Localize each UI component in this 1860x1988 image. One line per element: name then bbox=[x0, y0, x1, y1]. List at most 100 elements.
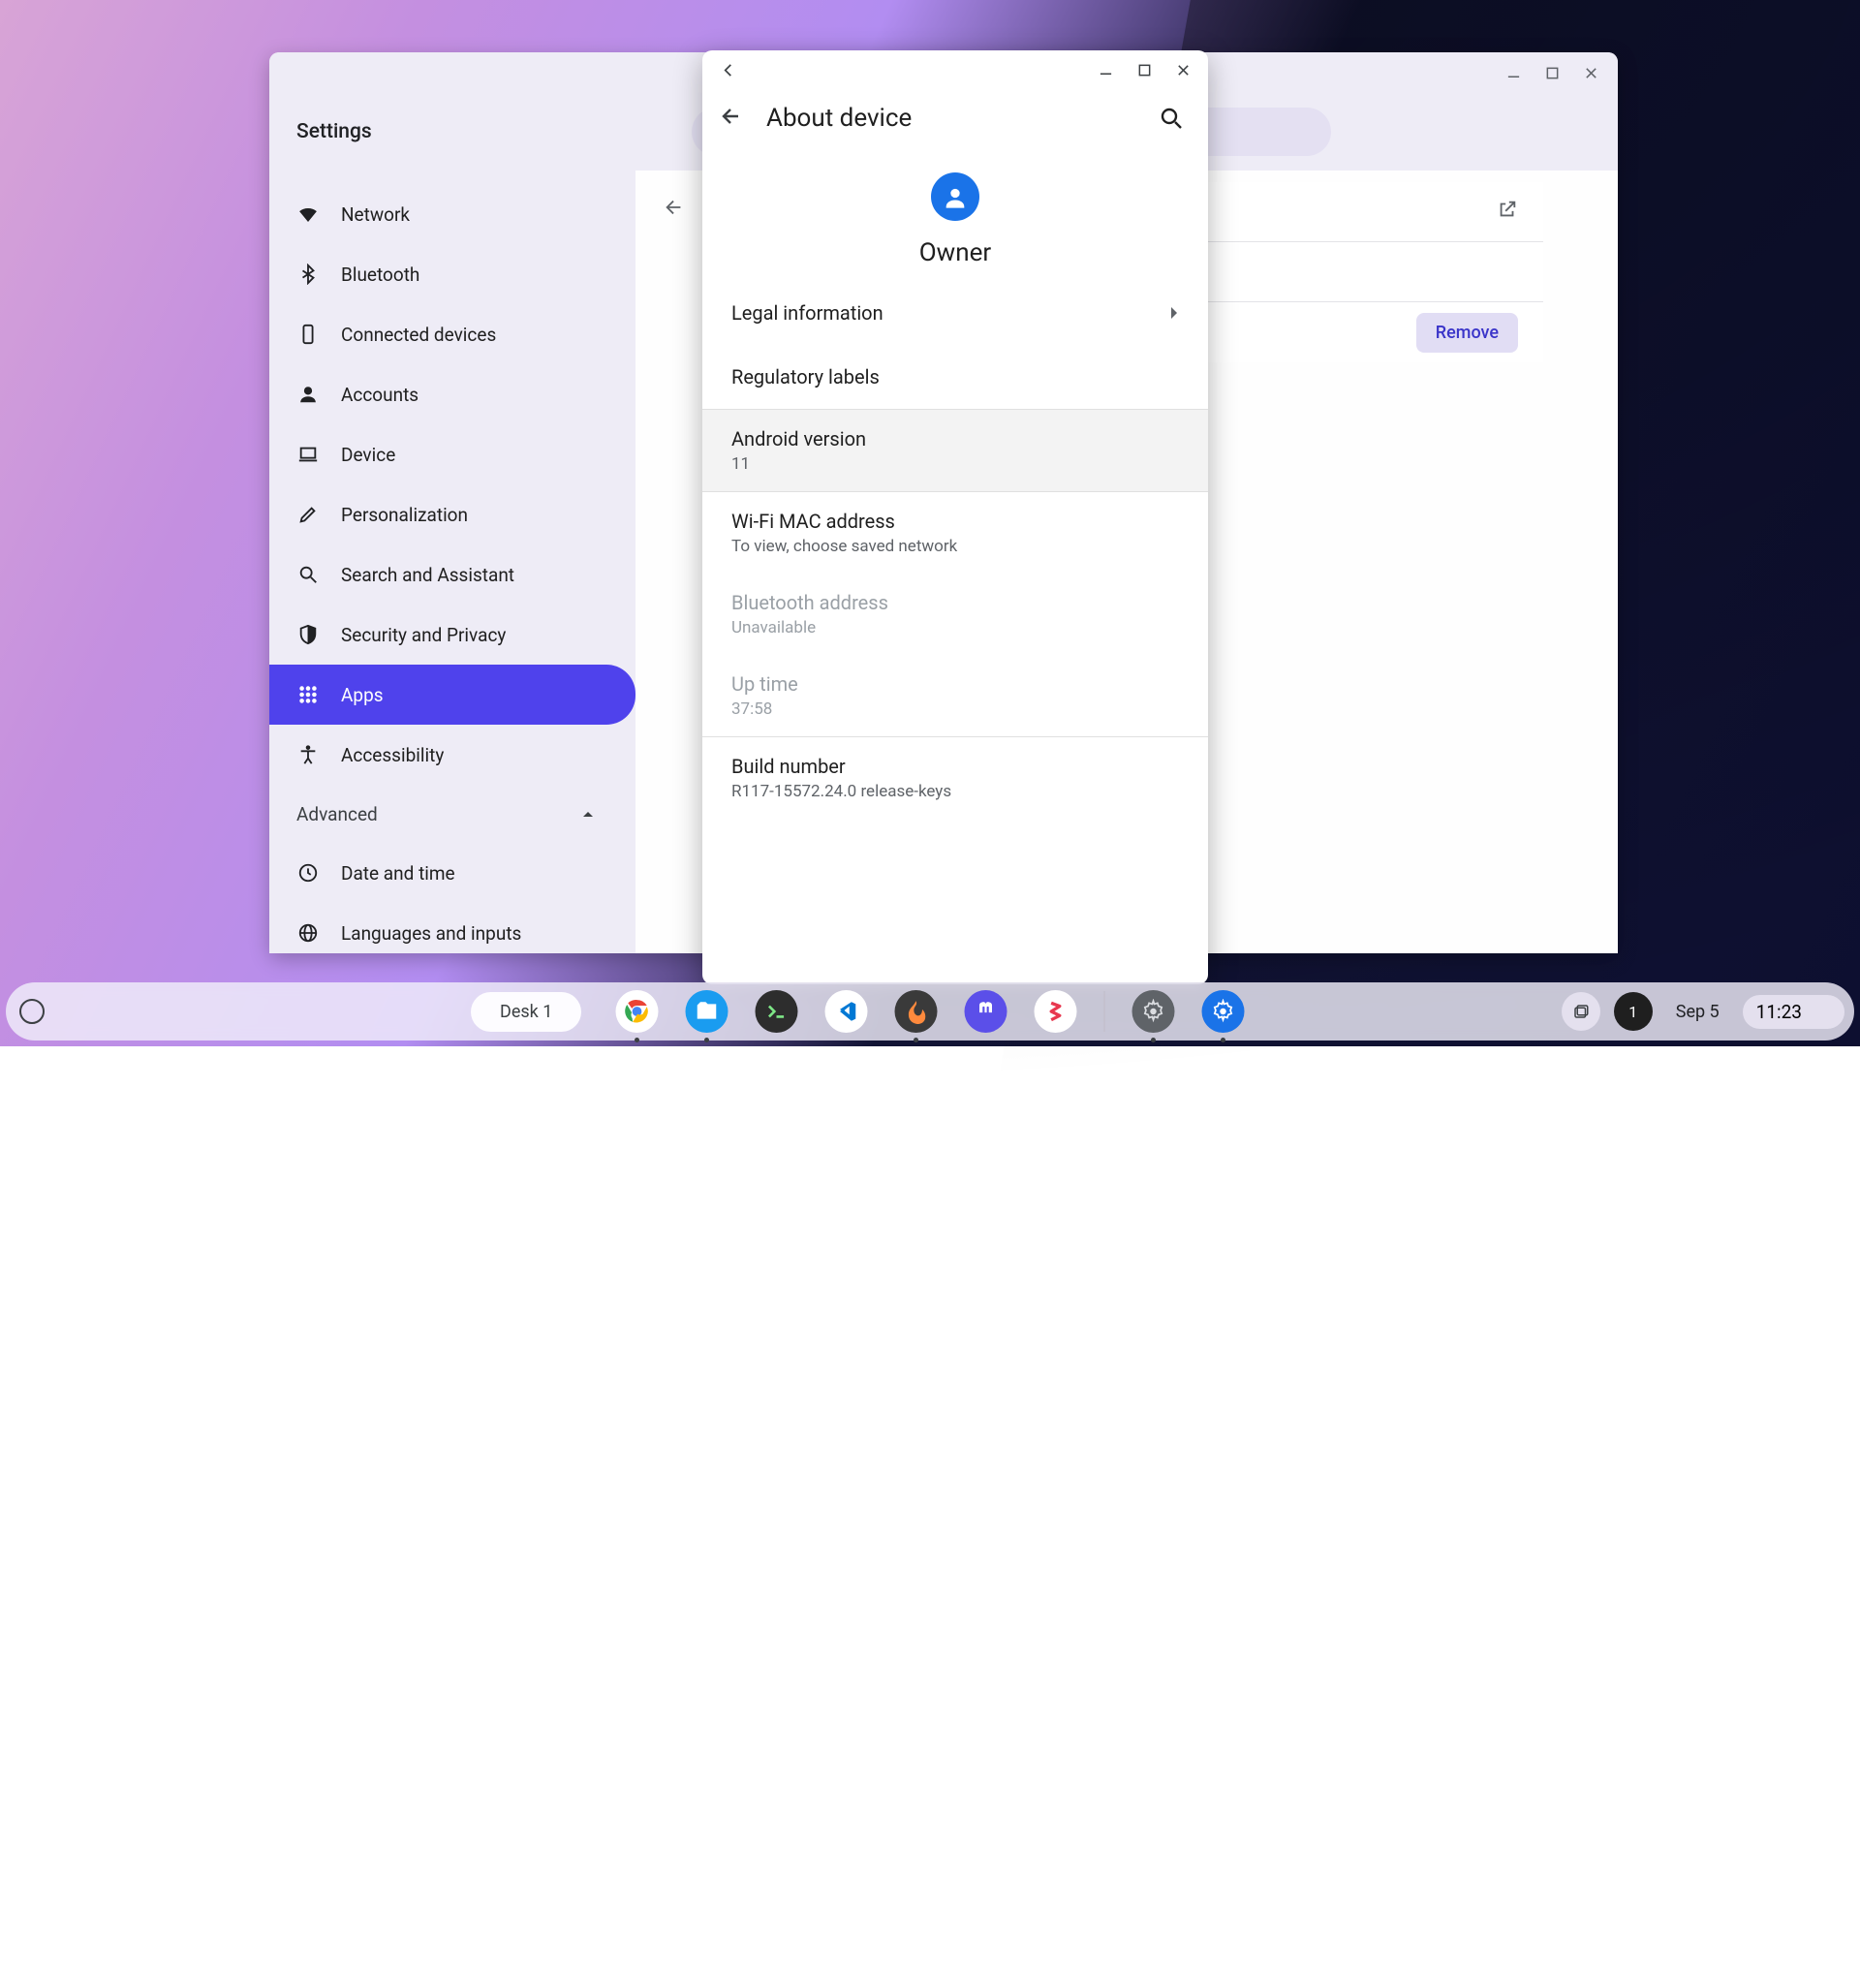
item-value: 11 bbox=[731, 454, 750, 474]
advanced-label: Advanced bbox=[296, 803, 378, 825]
sidebar-item-label: Apps bbox=[341, 684, 384, 706]
accessibility-icon bbox=[296, 743, 320, 766]
about-header: About device bbox=[702, 89, 1208, 147]
about-maximize-button[interactable] bbox=[1125, 52, 1163, 87]
notification-count: 1 bbox=[1628, 1003, 1637, 1021]
sidebar-item-personalization[interactable]: Personalization bbox=[269, 484, 636, 544]
item-label: Android version bbox=[731, 427, 866, 450]
sidebar-item-label: Network bbox=[341, 203, 410, 226]
about-close-button[interactable] bbox=[1163, 52, 1202, 87]
about-titlebar bbox=[702, 50, 1208, 89]
sidebar-item-label: Personalization bbox=[341, 504, 468, 526]
settings-title: Settings bbox=[296, 120, 372, 143]
item-label: Up time bbox=[731, 672, 798, 696]
item-value: R117-15572.24.0 release-keys bbox=[731, 782, 951, 801]
owner-name: Owner bbox=[702, 238, 1208, 267]
item-label: Legal information bbox=[731, 301, 884, 325]
app-developer-settings[interactable] bbox=[1132, 990, 1175, 1033]
app-settings[interactable] bbox=[1202, 990, 1245, 1033]
remove-button[interactable]: Remove bbox=[1416, 313, 1518, 353]
sidebar-item-label: Device bbox=[341, 444, 395, 466]
clock-icon bbox=[296, 861, 320, 885]
about-device-window: About device Owner Legal information Reg… bbox=[702, 50, 1208, 984]
tray-status-area[interactable]: 11:23 bbox=[1743, 995, 1844, 1029]
time-label: 11:23 bbox=[1756, 1001, 1802, 1023]
app-vscode[interactable] bbox=[825, 990, 868, 1033]
window-minimize-button[interactable] bbox=[1494, 54, 1533, 91]
launcher-button[interactable] bbox=[19, 999, 45, 1024]
wifi-icon bbox=[296, 202, 320, 226]
laptop-icon bbox=[296, 443, 320, 466]
about-back-button[interactable] bbox=[720, 105, 743, 132]
item-bluetooth-address: Bluetooth address Unavailable bbox=[702, 574, 1208, 655]
about-list: Legal information Regulatory labels Andr… bbox=[702, 281, 1208, 819]
settings-sidebar: Network Bluetooth Connected devices Acco… bbox=[269, 171, 636, 953]
shelf: Desk 1 bbox=[6, 982, 1854, 1041]
sidebar-item-search-assistant[interactable]: Search and Assistant bbox=[269, 544, 636, 605]
sidebar-item-bluetooth[interactable]: Bluetooth bbox=[269, 244, 636, 304]
window-maximize-button[interactable] bbox=[1533, 54, 1571, 91]
sidebar-item-security-privacy[interactable]: Security and Privacy bbox=[269, 605, 636, 665]
item-android-version[interactable]: Android version 11 bbox=[702, 409, 1208, 492]
window-close-button[interactable] bbox=[1571, 54, 1610, 91]
item-label: Bluetooth address bbox=[731, 591, 888, 614]
app-chrome[interactable] bbox=[616, 990, 659, 1033]
tray-tote-button[interactable] bbox=[1562, 992, 1600, 1031]
sidebar-item-label: Languages and inputs bbox=[341, 922, 521, 945]
open-external-icon bbox=[1497, 199, 1518, 225]
sidebar-item-network[interactable]: Network bbox=[269, 184, 636, 244]
app-mastodon[interactable] bbox=[965, 990, 1008, 1033]
sidebar-advanced-toggle[interactable]: Advanced bbox=[269, 785, 636, 843]
desk-label: Desk 1 bbox=[500, 1002, 552, 1022]
item-value: To view, choose saved network bbox=[731, 537, 957, 556]
content-back-button[interactable] bbox=[655, 188, 694, 227]
sidebar-item-date-time[interactable]: Date and time bbox=[269, 843, 636, 903]
app-terminal[interactable] bbox=[756, 990, 798, 1033]
item-label: Wi-Fi MAC address bbox=[731, 510, 895, 533]
about-title: About device bbox=[766, 104, 912, 133]
sidebar-item-label: Bluetooth bbox=[341, 264, 419, 286]
shield-icon bbox=[296, 623, 320, 646]
apps-grid-icon bbox=[296, 683, 320, 706]
desk-button[interactable]: Desk 1 bbox=[471, 992, 581, 1032]
sidebar-item-connected-devices[interactable]: Connected devices bbox=[269, 304, 636, 364]
app-fire[interactable] bbox=[895, 990, 938, 1033]
sidebar-item-apps[interactable]: Apps bbox=[269, 665, 636, 725]
sidebar-item-accessibility[interactable]: Accessibility bbox=[269, 725, 636, 785]
chevron-up-icon bbox=[581, 803, 595, 825]
item-value: Unavailable bbox=[731, 618, 816, 637]
about-minimize-button[interactable] bbox=[1086, 52, 1125, 87]
person-icon bbox=[296, 383, 320, 406]
sidebar-item-label: Connected devices bbox=[341, 324, 496, 346]
sidebar-item-label: Security and Privacy bbox=[341, 624, 506, 646]
bluetooth-icon bbox=[296, 263, 320, 286]
sidebar-item-label: Date and time bbox=[341, 862, 455, 885]
brush-icon bbox=[296, 503, 320, 526]
owner-avatar-icon bbox=[931, 172, 979, 221]
sidebar-item-device[interactable]: Device bbox=[269, 424, 636, 484]
item-legal-information[interactable]: Legal information bbox=[702, 281, 1208, 345]
item-label: Build number bbox=[731, 755, 846, 778]
owner-section: Owner bbox=[702, 147, 1208, 281]
tray-notification-count[interactable]: 1 bbox=[1614, 992, 1653, 1031]
shelf-separator bbox=[1104, 991, 1105, 1032]
about-nav-back-button[interactable] bbox=[708, 52, 747, 87]
item-uptime: Up time 37:58 bbox=[702, 655, 1208, 736]
date-label: Sep 5 bbox=[1676, 1002, 1720, 1022]
system-tray: 1 Sep 5 11:23 bbox=[1562, 992, 1844, 1031]
globe-icon bbox=[296, 921, 320, 945]
sidebar-item-languages-inputs[interactable]: Languages and inputs bbox=[269, 903, 636, 953]
item-value: 37:58 bbox=[731, 699, 772, 719]
tray-date[interactable]: Sep 5 bbox=[1666, 992, 1729, 1031]
sidebar-item-label: Search and Assistant bbox=[341, 564, 514, 586]
item-build-number[interactable]: Build number R117-15572.24.0 release-key… bbox=[702, 736, 1208, 819]
app-files[interactable] bbox=[686, 990, 728, 1033]
item-wifi-mac[interactable]: Wi-Fi MAC address To view, choose saved … bbox=[702, 492, 1208, 574]
app-red-s[interactable] bbox=[1035, 990, 1077, 1033]
item-regulatory-labels[interactable]: Regulatory labels bbox=[702, 345, 1208, 409]
about-search-button[interactable] bbox=[1152, 99, 1191, 138]
search-icon bbox=[296, 563, 320, 586]
phone-icon bbox=[296, 323, 320, 346]
sidebar-item-accounts[interactable]: Accounts bbox=[269, 364, 636, 424]
item-label: Regulatory labels bbox=[731, 365, 880, 388]
